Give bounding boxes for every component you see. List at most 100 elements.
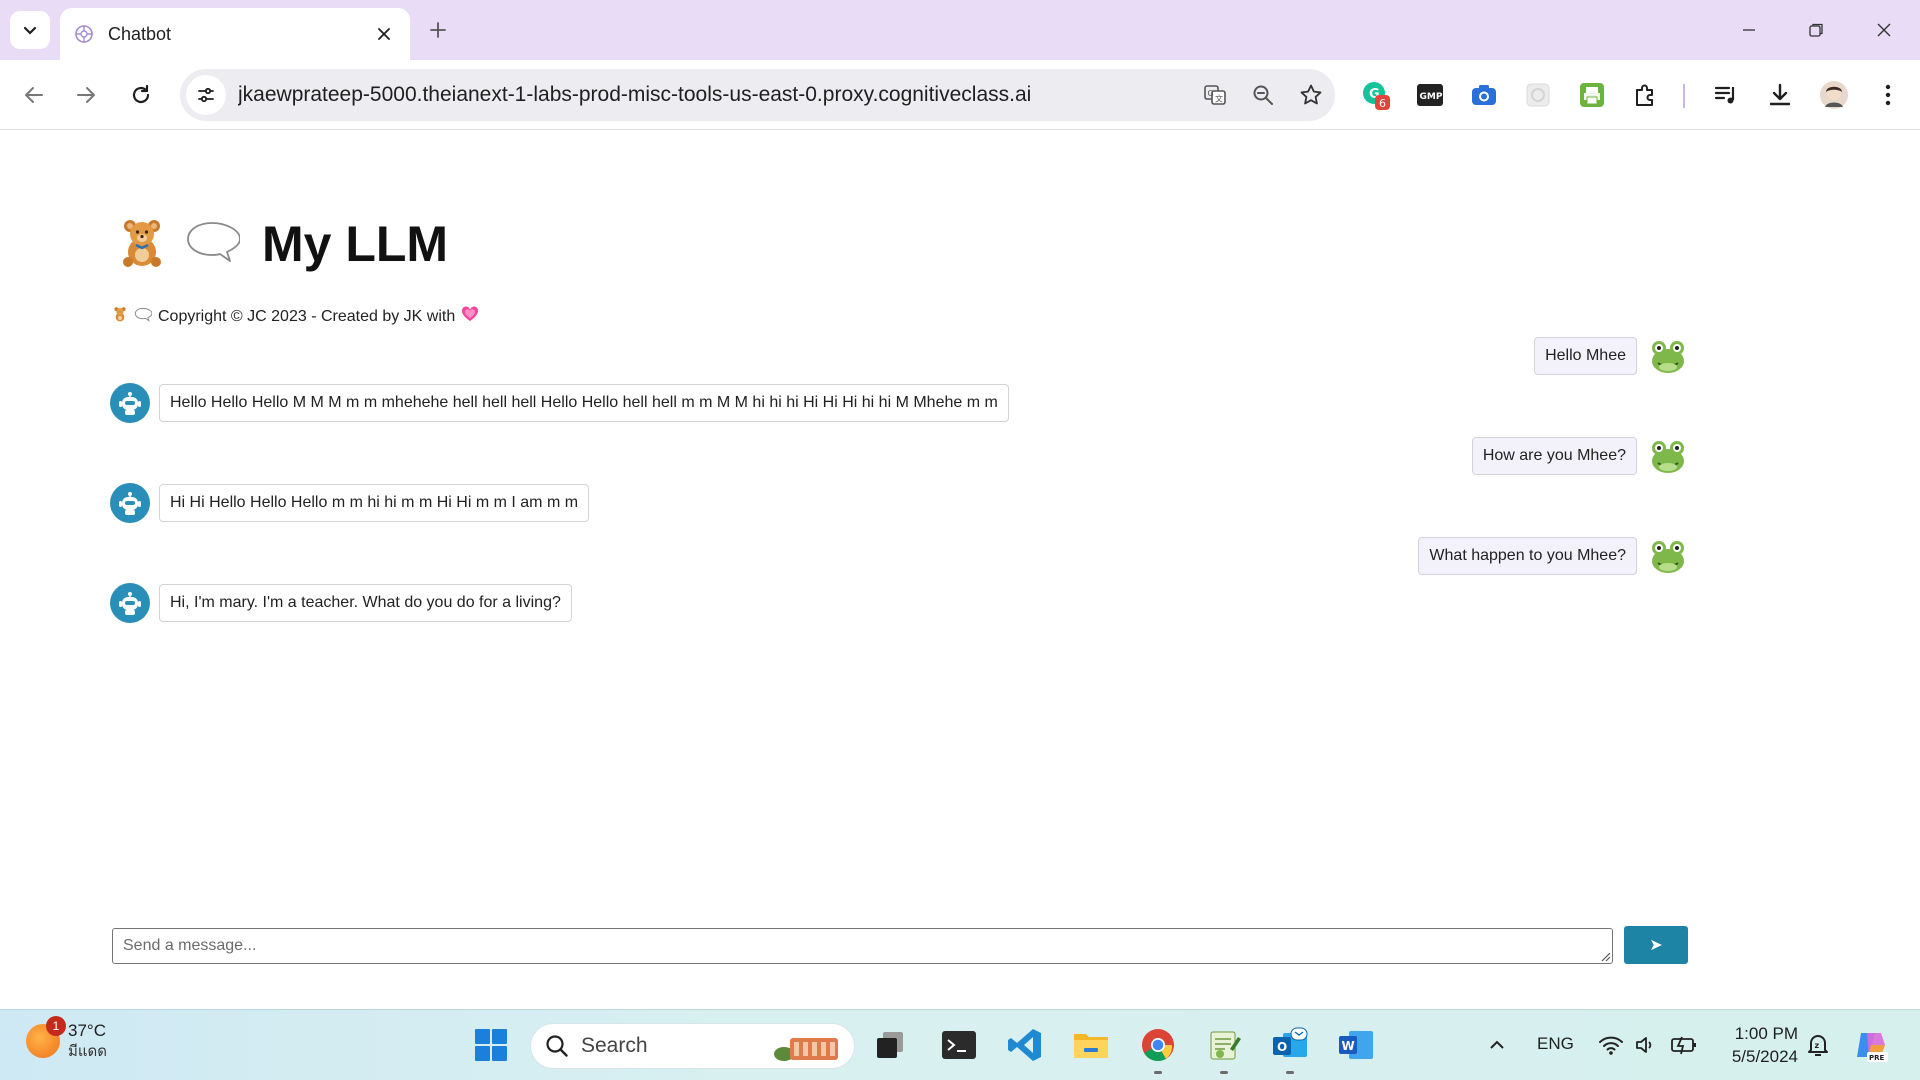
address-bar[interactable]: jkaewprateep-5000.theianext-1-labs-prod-…: [180, 69, 1335, 121]
copilot-icon[interactable]: PRE: [1850, 1024, 1892, 1066]
message-composer: ➤: [112, 926, 1688, 964]
toolbar-separator: [1683, 84, 1685, 108]
extension-camera-icon[interactable]: [1465, 76, 1503, 114]
close-tab-icon[interactable]: [372, 22, 396, 46]
volume-icon[interactable]: [1625, 1024, 1667, 1066]
bookmark-star-icon[interactable]: [1287, 75, 1335, 115]
forward-button[interactable]: [66, 75, 106, 115]
svg-text:z: z: [1815, 1041, 1820, 1050]
speech-balloon-small-icon: [134, 307, 153, 327]
copyright-text: Copyright © JC 2023 - Created by JK with: [158, 307, 456, 325]
copyright-row: Copyright © JC 2023 - Created by JK with: [112, 306, 479, 327]
user-message: What happen to you Mhee?: [1418, 534, 1690, 578]
tab-title: Chatbot: [108, 23, 172, 44]
speech-balloon-icon: [184, 219, 241, 270]
user-message: Hello Mhee: [1534, 334, 1690, 378]
system-clock[interactable]: 1:00 PM 5/5/2024: [1716, 1022, 1798, 1068]
send-button[interactable]: ➤: [1624, 926, 1688, 964]
back-button[interactable]: [14, 75, 54, 115]
terminal-icon[interactable]: [938, 1024, 980, 1066]
weather-temperature: 37°C: [68, 1021, 106, 1040]
close-window-button[interactable]: [1866, 14, 1902, 46]
frog-avatar-icon: [1646, 534, 1690, 578]
windows-logo-icon: [475, 1029, 507, 1061]
chevron-down-icon: [23, 26, 37, 35]
svg-text:文: 文: [1215, 94, 1223, 104]
extensions-puzzle-icon[interactable]: [1627, 76, 1665, 114]
user-message-bubble: What happen to you Mhee?: [1418, 537, 1637, 575]
windows-taskbar: 1 37°C มีแดด Search O W ENG 1:00 PM 5/5/…: [0, 1009, 1920, 1080]
extension-grammarly-icon[interactable]: G6: [1357, 76, 1395, 114]
robot-avatar-icon: [110, 383, 150, 423]
frog-avatar-icon: [1646, 334, 1690, 378]
running-indicator: [1286, 1071, 1294, 1074]
clock-date: 5/5/2024: [1731, 1047, 1798, 1066]
media-controls-icon[interactable]: [1707, 76, 1745, 114]
running-indicator: [1154, 1071, 1162, 1074]
bot-message-bubble: Hi Hi Hello Hello Hello m m hi hi m m Hi…: [159, 484, 590, 522]
resize-grip-icon[interactable]: [1599, 950, 1611, 962]
minimize-icon: [1743, 29, 1755, 31]
user-message-bubble: Hello Mhee: [1534, 337, 1637, 375]
search-label: Search: [581, 1034, 648, 1057]
svg-text:G: G: [1208, 89, 1214, 98]
browser-menu-icon[interactable]: [1869, 76, 1907, 114]
page-title: My LLM: [262, 216, 449, 272]
download-icon[interactable]: [1761, 76, 1799, 114]
message-input[interactable]: [112, 928, 1613, 964]
browser-tab[interactable]: Chatbot: [60, 8, 410, 60]
bot-message-bubble: Hello Hello Hello M M M m m mhehehe hell…: [159, 384, 1009, 422]
battery-icon[interactable]: [1663, 1024, 1705, 1066]
sun-icon: 1: [26, 1016, 66, 1058]
site-settings-icon[interactable]: [186, 75, 226, 115]
svg-text:PRE: PRE: [1869, 1054, 1885, 1062]
frog-avatar-icon: [1646, 434, 1690, 478]
start-button[interactable]: [470, 1024, 512, 1066]
file-explorer-icon[interactable]: [1070, 1024, 1112, 1066]
taskbar-search[interactable]: Search: [530, 1023, 855, 1069]
restore-button[interactable]: [1798, 14, 1834, 46]
outlook-icon[interactable]: O: [1269, 1024, 1311, 1074]
svg-text:O: O: [1277, 1040, 1287, 1054]
extension-disabled-icon[interactable]: [1519, 76, 1557, 114]
profile-avatar[interactable]: [1815, 76, 1853, 114]
bot-message: Hello Hello Hello M M M m m mhehehe hell…: [110, 383, 1009, 423]
language-indicator[interactable]: ENG: [1537, 1034, 1574, 1054]
extension-print-icon[interactable]: [1573, 76, 1611, 114]
search-highlight-icon: [774, 1038, 838, 1061]
arrow-right-icon: [77, 87, 95, 103]
url-text[interactable]: jkaewprateep-5000.theianext-1-labs-prod-…: [238, 83, 1191, 107]
vscode-icon[interactable]: [1004, 1024, 1046, 1066]
chatbot-page: My LLM Copyright © JC 2023 - Created by …: [0, 131, 1920, 1009]
arrow-left-icon: [25, 87, 43, 103]
reload-button[interactable]: [121, 75, 161, 115]
task-view-icon[interactable]: [869, 1024, 911, 1066]
weather-widget[interactable]: 1 37°C มีแดด: [26, 1016, 108, 1062]
favicon-icon: [74, 24, 94, 44]
word-icon[interactable]: W: [1335, 1024, 1377, 1066]
running-indicator: [1220, 1071, 1228, 1074]
chrome-icon[interactable]: [1137, 1024, 1179, 1074]
teddy-bear-small-icon: [112, 306, 128, 327]
notepad-app-icon[interactable]: [1203, 1024, 1245, 1074]
translate-icon[interactable]: G文: [1191, 75, 1239, 115]
pink-heart-icon: [461, 306, 479, 327]
clock-time: 1:00 PM: [1734, 1024, 1798, 1043]
svg-text:GMP: GMP: [1420, 92, 1443, 102]
tab-search-button[interactable]: [10, 11, 50, 49]
bot-message: Hi, I'm mary. I'm a teacher. What do you…: [110, 583, 572, 623]
chevron-up-icon[interactable]: [1476, 1024, 1518, 1066]
notification-badge: 1: [46, 1016, 66, 1036]
new-tab-button[interactable]: [424, 16, 452, 44]
notification-bell-icon[interactable]: z: [1797, 1024, 1839, 1066]
browser-tabstrip: Chatbot: [0, 0, 1920, 60]
user-message: How are you Mhee?: [1471, 434, 1690, 478]
robot-avatar-icon: [110, 583, 150, 623]
zoom-icon[interactable]: [1239, 75, 1287, 115]
extension-gmp-icon[interactable]: GMP: [1411, 76, 1449, 114]
weather-description: มีแดด: [68, 1043, 108, 1060]
title-row: My LLM: [116, 215, 448, 273]
extension-badge: 6: [1379, 97, 1386, 110]
minimize-button[interactable]: [1731, 14, 1767, 46]
browser-toolbar: jkaewprateep-5000.theianext-1-labs-prod-…: [0, 60, 1920, 130]
